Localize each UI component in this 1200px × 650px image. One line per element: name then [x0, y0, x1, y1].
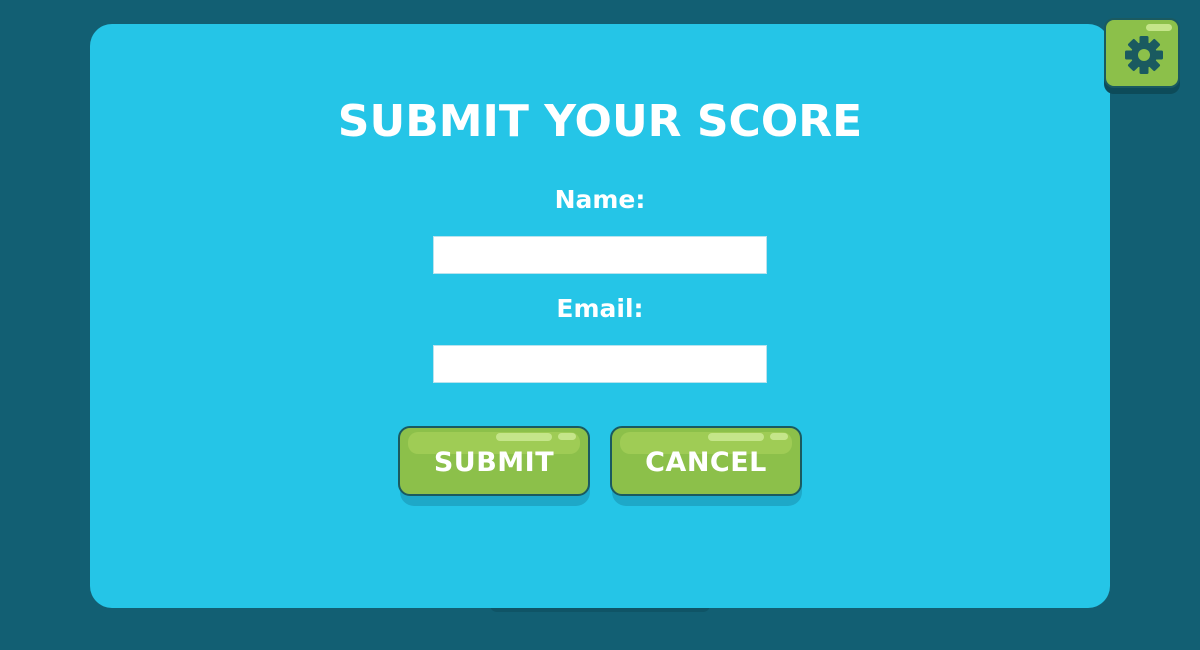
- cancel-button[interactable]: CANCEL: [610, 426, 802, 506]
- submit-button[interactable]: SUBMIT: [398, 426, 590, 506]
- name-label: Name:: [554, 185, 646, 214]
- cancel-button-body: CANCEL: [610, 426, 802, 496]
- settings-button[interactable]: [1104, 18, 1180, 94]
- email-input[interactable]: [433, 345, 767, 383]
- game-screen: SUBMIT YOUR SCORE Name: Email: SUBMIT CA…: [0, 0, 1200, 650]
- email-label: Email:: [556, 294, 644, 323]
- gear-icon: [1125, 36, 1163, 74]
- dialog-title: SUBMIT YOUR SCORE: [337, 96, 863, 147]
- submit-button-body: SUBMIT: [398, 426, 590, 496]
- submit-button-label: SUBMIT: [433, 447, 555, 478]
- cancel-button-label: CANCEL: [645, 447, 767, 478]
- name-input[interactable]: [433, 236, 767, 274]
- submit-score-dialog: SUBMIT YOUR SCORE Name: Email: SUBMIT CA…: [90, 24, 1110, 608]
